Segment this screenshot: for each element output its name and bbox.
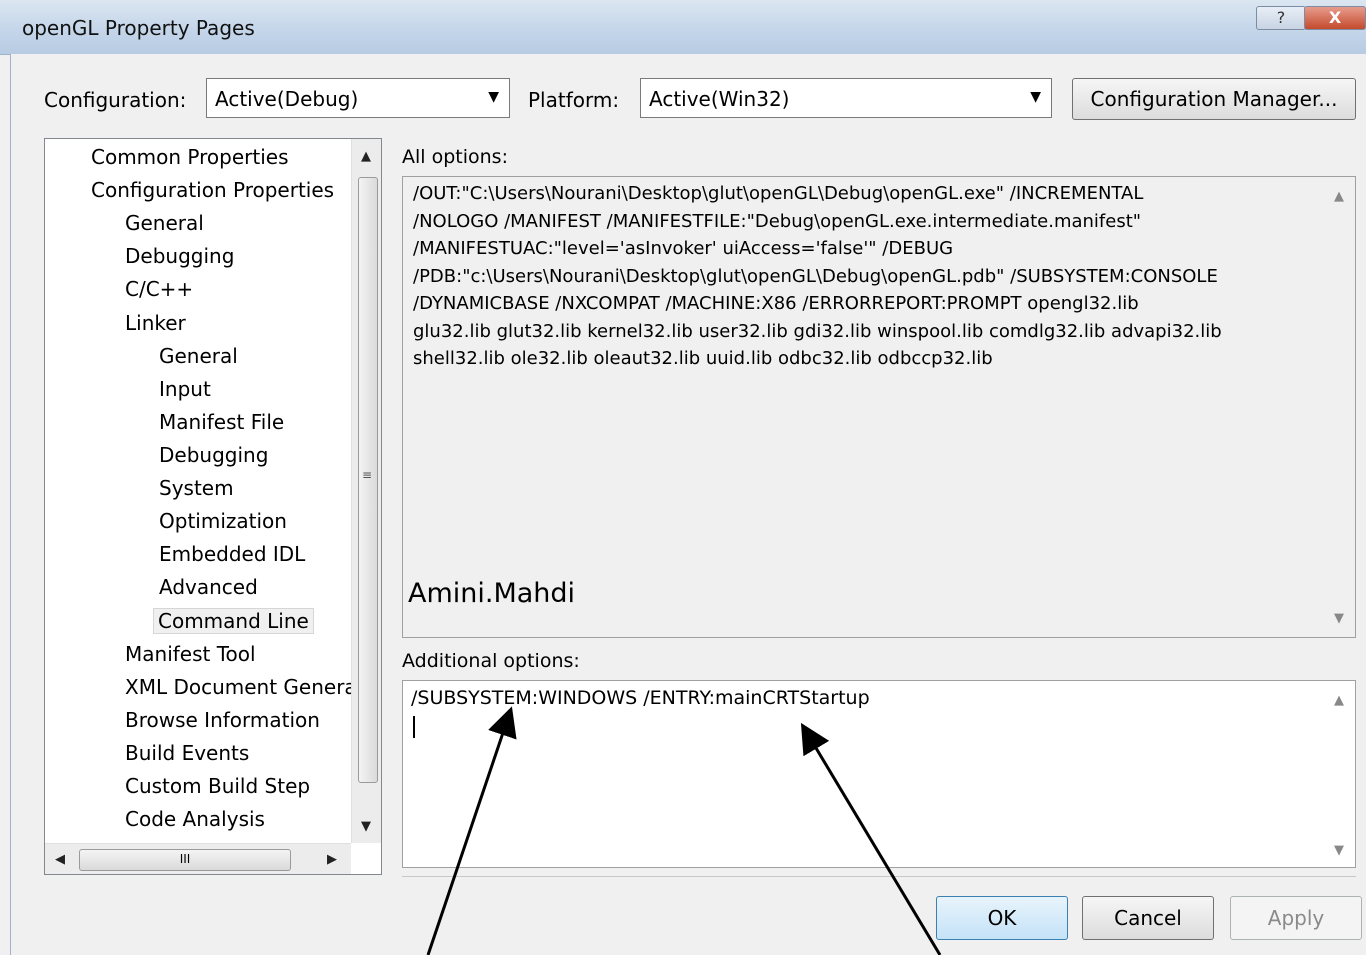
arrow-to-subsystem xyxy=(426,706,517,955)
arrow-to-entry xyxy=(800,722,942,955)
annotation-arrows xyxy=(426,706,942,955)
property-pages-window: openGL Property Pages ? X Configuration:… xyxy=(0,0,1366,955)
